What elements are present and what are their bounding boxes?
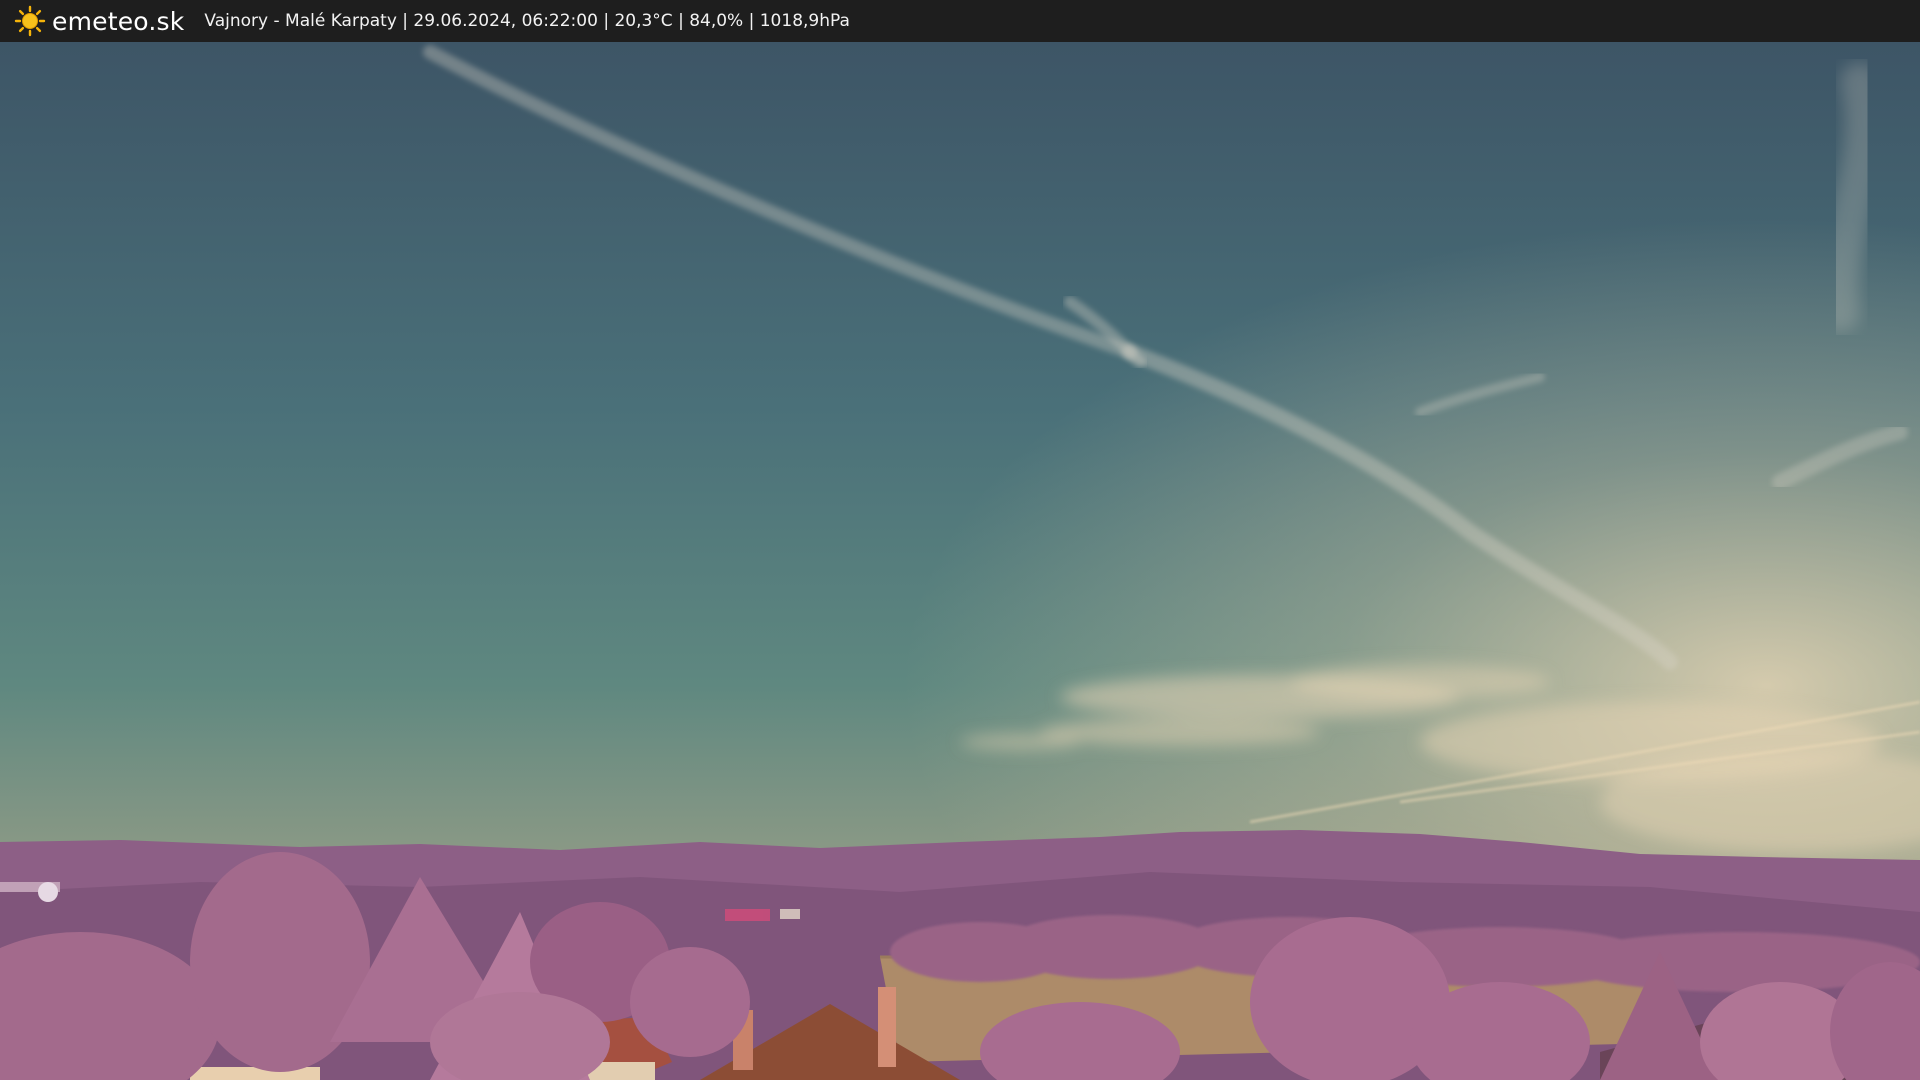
brand-logo[interactable]: emeteo.sk	[14, 5, 184, 37]
webcam-caption: Vajnory - Malé Karpaty | 29.06.2024, 06:…	[204, 11, 850, 31]
title-bar: emeteo.sk Vajnory - Malé Karpaty | 29.06…	[0, 0, 1920, 42]
webcam-image	[0, 42, 1920, 1080]
brand-name: emeteo.sk	[52, 6, 185, 36]
sun-icon	[14, 5, 46, 37]
